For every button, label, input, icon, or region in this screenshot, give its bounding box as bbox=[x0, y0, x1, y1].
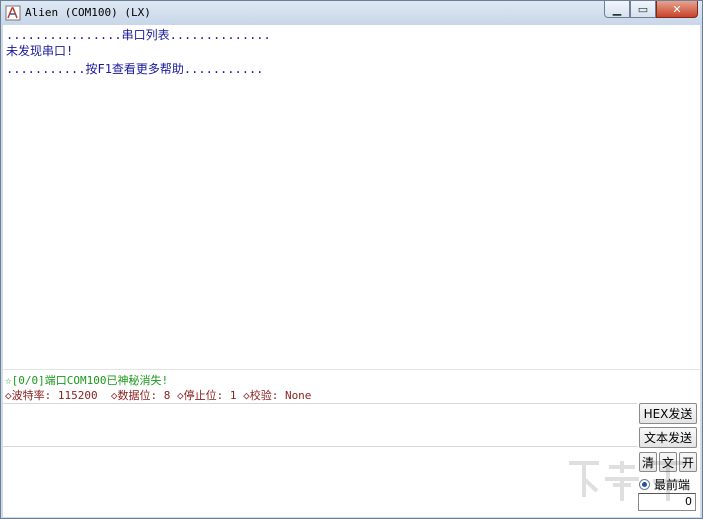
watermark-logo bbox=[569, 461, 687, 501]
divider bbox=[3, 446, 637, 447]
title-bar[interactable]: Alien (COM100) (LX) ▁ ▭ ✕ bbox=[1, 1, 702, 25]
minimize-button[interactable]: ▁ bbox=[604, 1, 630, 18]
send-input-area[interactable] bbox=[3, 448, 635, 514]
receive-output-area[interactable]: ................串口列表.............. 未发现串口… bbox=[3, 25, 700, 369]
output-line: 未发现串口! bbox=[6, 44, 74, 58]
window-controls: ▁ ▭ ✕ bbox=[604, 1, 698, 19]
minimize-icon: ▁ bbox=[612, 2, 622, 16]
maximize-button[interactable]: ▭ bbox=[630, 1, 656, 18]
text-send-button[interactable]: 文本发送 bbox=[639, 427, 697, 448]
send-input-field[interactable] bbox=[3, 406, 635, 444]
close-icon: ✕ bbox=[672, 2, 682, 16]
hex-send-button[interactable]: HEX发送 bbox=[639, 403, 697, 424]
port-settings-text: ◇波特率: 115200 ◇数据位: 8 ◇停止位: 1 ◇校验: None bbox=[5, 389, 312, 402]
app-icon bbox=[5, 5, 21, 21]
status-panel: ☆[0/0]端口COM100已神秘消失! ◇波特率: 115200 ◇数据位: … bbox=[3, 369, 700, 404]
close-button[interactable]: ✕ bbox=[656, 1, 698, 18]
maximize-icon: ▭ bbox=[637, 2, 649, 16]
output-line: ...........按F1查看更多帮助........... bbox=[6, 62, 264, 76]
window-title: Alien (COM100) (LX) bbox=[25, 6, 151, 19]
divider bbox=[3, 403, 637, 404]
port-status-message: ☆[0/0]端口COM100已神秘消失! bbox=[5, 374, 169, 387]
client-area: ................串口列表.............. 未发现串口… bbox=[3, 25, 700, 517]
output-line: ................串口列表.............. bbox=[6, 28, 271, 42]
app-window: Alien (COM100) (LX) ▁ ▭ ✕ ..............… bbox=[0, 0, 703, 519]
